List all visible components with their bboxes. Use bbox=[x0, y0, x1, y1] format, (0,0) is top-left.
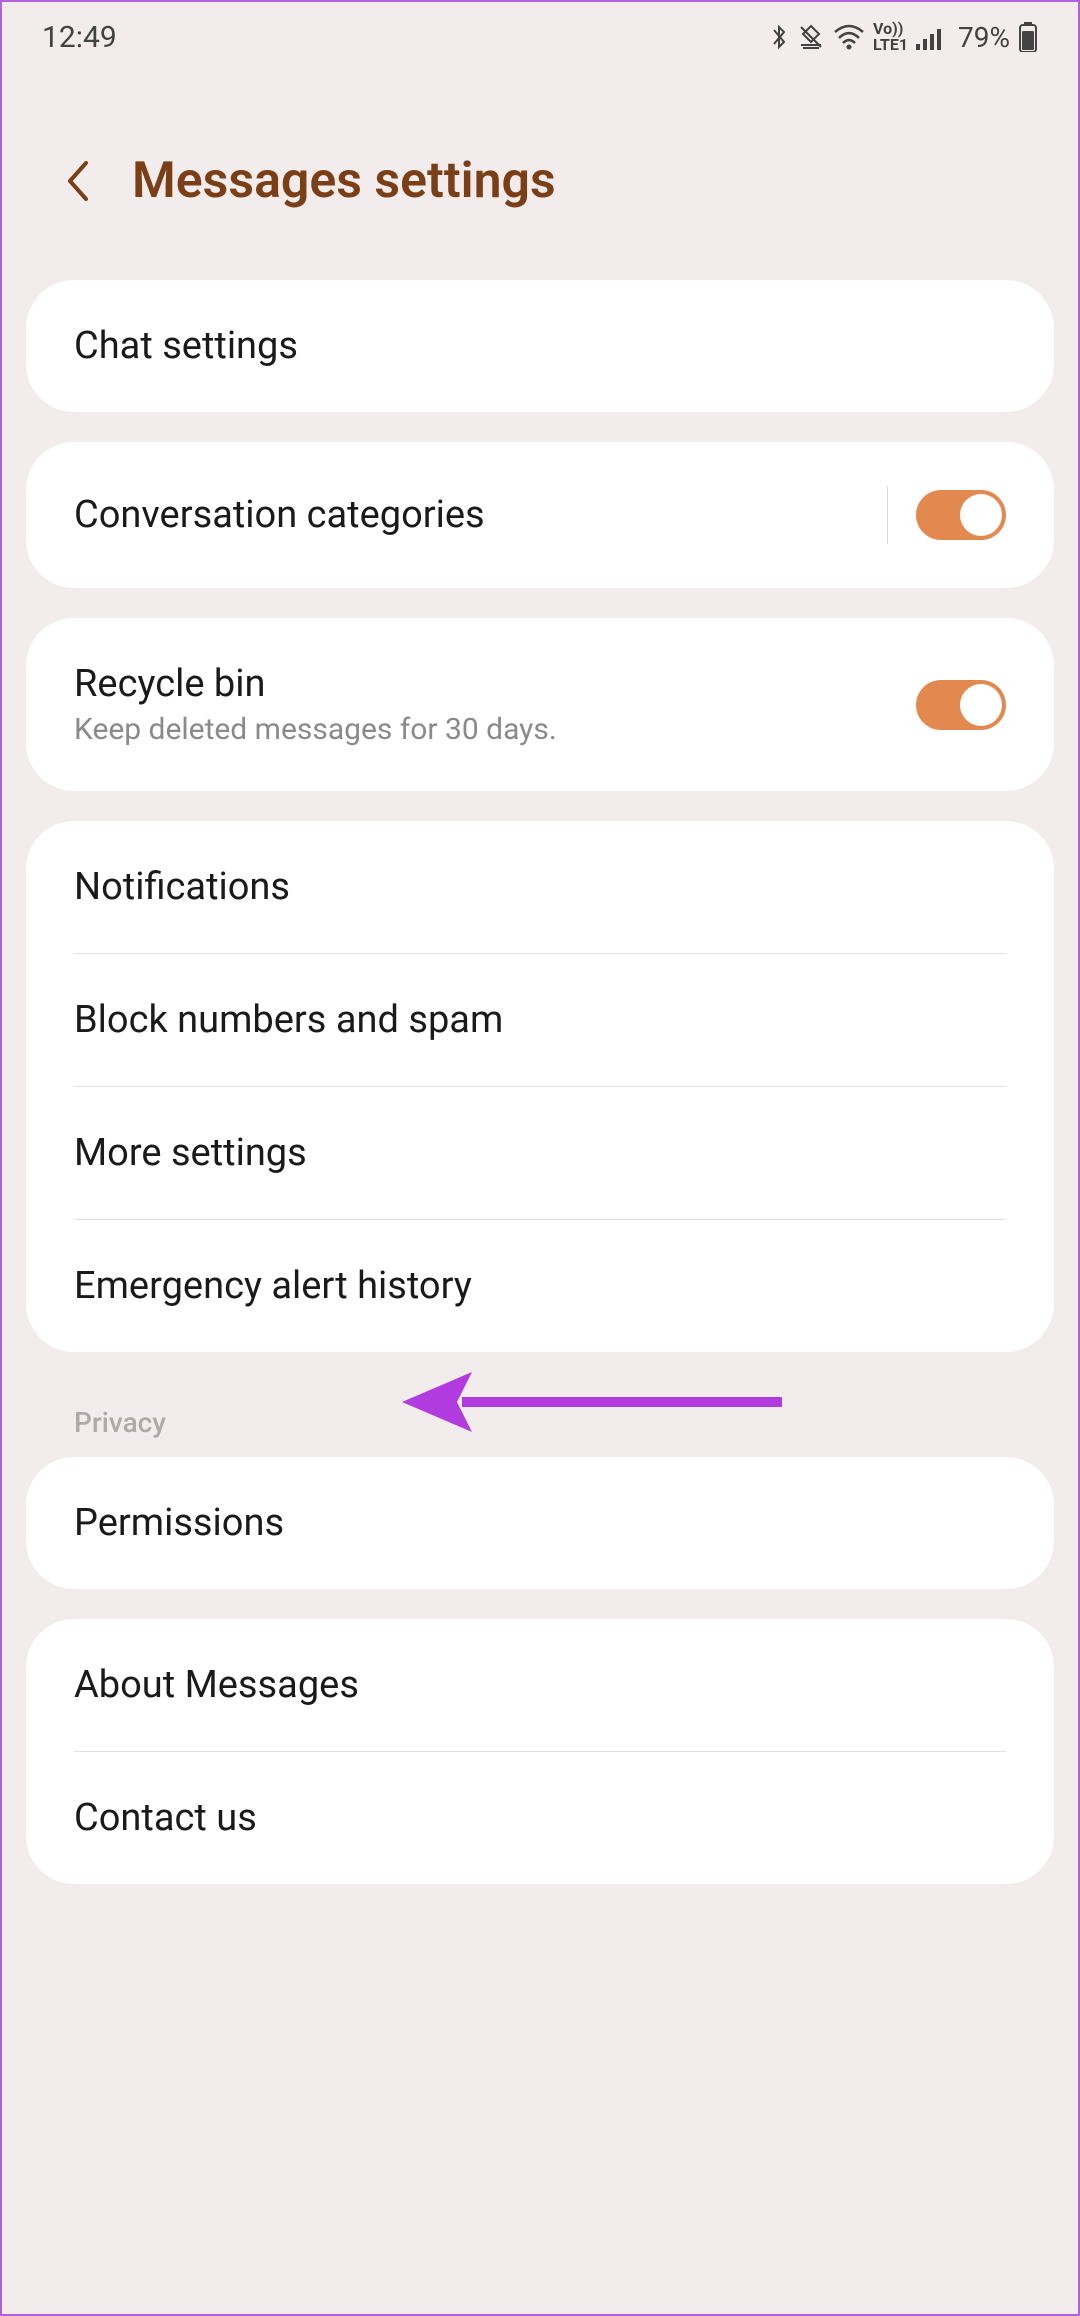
recycle-bin-toggle[interactable] bbox=[916, 680, 1006, 730]
status-icons: Vo))LTE1 79% bbox=[769, 21, 1038, 54]
card-permissions: Permissions bbox=[26, 1457, 1054, 1589]
back-button[interactable] bbox=[62, 157, 92, 205]
toggle-wrap bbox=[916, 680, 1006, 730]
content: Chat settings Conversation categories Re… bbox=[2, 280, 1078, 1884]
header: Messages settings bbox=[2, 72, 1078, 280]
row-about-messages[interactable]: About Messages bbox=[26, 1619, 1054, 1751]
more-settings-label: More settings bbox=[74, 1131, 307, 1175]
card-conversation-categories: Conversation categories bbox=[26, 442, 1054, 588]
toggle-knob bbox=[960, 494, 1002, 536]
row-contact-us[interactable]: Contact us bbox=[26, 1752, 1054, 1884]
card-more-group: Notifications Block numbers and spam Mor… bbox=[26, 821, 1054, 1352]
conversation-categories-label: Conversation categories bbox=[74, 493, 485, 537]
chat-settings-label: Chat settings bbox=[74, 324, 298, 368]
signal-icon bbox=[916, 24, 946, 50]
bluetooth-icon bbox=[769, 22, 789, 52]
notifications-label: Notifications bbox=[74, 865, 290, 909]
card-about-group: About Messages Contact us bbox=[26, 1619, 1054, 1884]
block-numbers-label: Block numbers and spam bbox=[74, 998, 503, 1042]
toggle-divider bbox=[887, 486, 888, 544]
card-recycle-bin: Recycle bin Keep deleted messages for 30… bbox=[26, 618, 1054, 791]
page-title: Messages settings bbox=[132, 152, 556, 210]
recycle-bin-subtitle: Keep deleted messages for 30 days. bbox=[74, 712, 557, 747]
row-block-numbers[interactable]: Block numbers and spam bbox=[26, 954, 1054, 1086]
row-permissions[interactable]: Permissions bbox=[26, 1457, 1054, 1589]
row-chat-settings[interactable]: Chat settings bbox=[26, 280, 1054, 412]
battery-percent: 79% bbox=[958, 21, 1010, 54]
conversation-categories-toggle[interactable] bbox=[916, 490, 1006, 540]
permissions-label: Permissions bbox=[74, 1501, 284, 1545]
wifi-icon bbox=[833, 24, 865, 50]
status-time: 12:49 bbox=[42, 20, 117, 55]
contact-us-label: Contact us bbox=[74, 1796, 257, 1840]
battery-icon bbox=[1018, 22, 1038, 52]
toggle-knob bbox=[960, 684, 1002, 726]
chevron-left-icon bbox=[62, 157, 92, 205]
row-emergency-alert[interactable]: Emergency alert history bbox=[26, 1220, 1054, 1352]
volte-icon: Vo))LTE1 bbox=[873, 21, 908, 53]
row-more-settings[interactable]: More settings bbox=[26, 1087, 1054, 1219]
recycle-bin-label: Recycle bin bbox=[74, 662, 557, 706]
row-conversation-categories[interactable]: Conversation categories bbox=[26, 442, 1054, 588]
row-recycle-bin[interactable]: Recycle bin Keep deleted messages for 30… bbox=[26, 618, 1054, 791]
card-chat-settings: Chat settings bbox=[26, 280, 1054, 412]
status-bar: 12:49 Vo))LTE1 79% bbox=[2, 2, 1078, 72]
toggle-wrap bbox=[887, 486, 1006, 544]
vibrate-icon bbox=[797, 23, 825, 51]
row-notifications[interactable]: Notifications bbox=[26, 821, 1054, 953]
about-messages-label: About Messages bbox=[74, 1663, 359, 1707]
emergency-alert-label: Emergency alert history bbox=[74, 1264, 472, 1308]
privacy-section-label: Privacy bbox=[26, 1382, 1054, 1457]
